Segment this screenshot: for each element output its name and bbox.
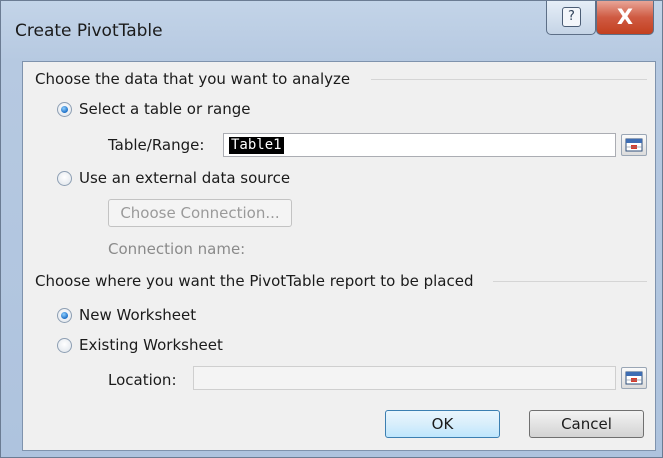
radio-new-worksheet-indicator[interactable] xyxy=(57,308,72,323)
close-button[interactable]: X xyxy=(596,1,654,35)
table-range-input[interactable]: Table1 xyxy=(223,133,616,157)
close-icon: X xyxy=(616,5,634,29)
choose-connection-button[interactable]: Choose Connection... xyxy=(108,199,292,227)
help-icon: ? xyxy=(562,7,581,27)
create-pivottable-dialog: Create PivotTable ? X Choose the data th… xyxy=(0,0,663,458)
section-divider xyxy=(371,79,647,80)
title-bar[interactable]: Create PivotTable ? X xyxy=(1,1,663,61)
connection-name-label: Connection name: xyxy=(108,240,246,258)
help-button[interactable]: ? xyxy=(546,1,596,35)
radio-new-worksheet-label[interactable]: New Worksheet xyxy=(79,306,196,324)
radio-select-table-indicator[interactable] xyxy=(57,102,72,117)
section-divider xyxy=(493,281,647,282)
cancel-button[interactable]: Cancel xyxy=(529,410,644,438)
location-collapse-button[interactable] xyxy=(621,367,647,389)
dialog-title: Create PivotTable xyxy=(15,21,163,41)
radio-select-table-label[interactable]: Select a table or range xyxy=(79,100,251,118)
analyze-section-heading: Choose the data that you want to analyze xyxy=(35,70,351,88)
location-input[interactable] xyxy=(193,366,616,390)
ok-button[interactable]: OK xyxy=(385,410,500,438)
table-range-value: Table1 xyxy=(229,137,284,154)
collapse-dialog-icon xyxy=(625,371,643,385)
placement-section-heading: Choose where you want the PivotTable rep… xyxy=(35,272,474,290)
radio-external-source-indicator[interactable] xyxy=(57,171,72,186)
location-label: Location: xyxy=(108,371,177,389)
radio-existing-worksheet-indicator[interactable] xyxy=(57,338,72,353)
radio-existing-worksheet-label[interactable]: Existing Worksheet xyxy=(79,336,223,354)
table-range-collapse-button[interactable] xyxy=(621,134,647,156)
collapse-dialog-icon xyxy=(625,138,643,152)
radio-external-source-label[interactable]: Use an external data source xyxy=(79,169,290,187)
dialog-body: Choose the data that you want to analyze… xyxy=(22,61,656,451)
table-range-label: Table/Range: xyxy=(108,136,205,154)
